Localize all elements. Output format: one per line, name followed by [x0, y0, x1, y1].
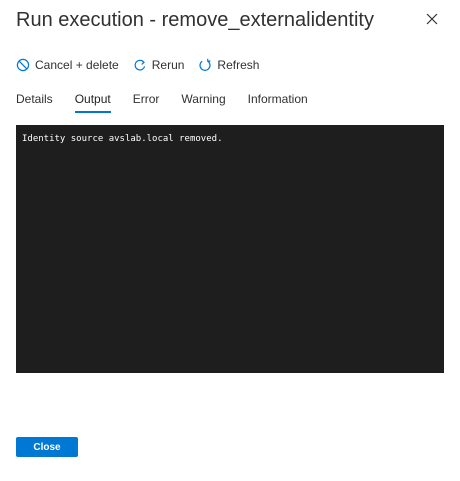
output-line: Identity source avslab.local removed. — [22, 134, 223, 144]
cancel-delete-label: Cancel + delete — [35, 58, 119, 72]
rerun-button[interactable]: Rerun — [133, 58, 185, 72]
refresh-button[interactable]: Refresh — [198, 58, 259, 72]
tab-error[interactable]: Error — [133, 92, 160, 113]
command-bar: Cancel + delete Rerun Refresh — [16, 54, 273, 76]
panel-title: Run execution - remove_externalidentity — [16, 9, 374, 31]
refresh-label: Refresh — [217, 58, 260, 72]
cancel-icon — [16, 58, 30, 72]
output-console[interactable]: Identity source avslab.local removed. — [16, 125, 444, 373]
refresh-icon — [199, 58, 211, 71]
tab-information[interactable]: Information — [248, 92, 308, 113]
rerun-label: Rerun — [151, 58, 185, 72]
tab-warning[interactable]: Warning — [181, 92, 225, 113]
rerun-icon — [134, 59, 145, 71]
tab-bar: Details Output Error Warning Information — [16, 92, 330, 113]
cancel-delete-button[interactable]: Cancel + delete — [16, 58, 119, 72]
close-button[interactable]: Close — [16, 437, 78, 457]
tab-output[interactable]: Output — [74, 92, 111, 113]
tab-details[interactable]: Details — [16, 92, 53, 113]
close-panel-icon[interactable] — [424, 11, 440, 27]
